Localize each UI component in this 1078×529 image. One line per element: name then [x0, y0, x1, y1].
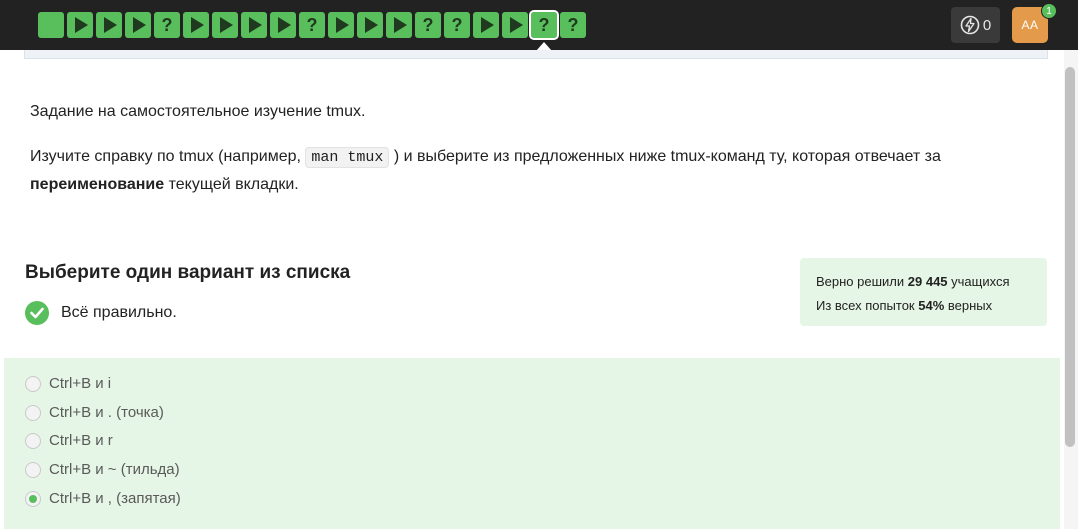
play-icon — [336, 17, 349, 33]
feedback-text: Всё правильно. — [61, 304, 177, 321]
task-bold-term: переименование — [30, 176, 165, 193]
step-6[interactable] — [183, 12, 209, 38]
step-17[interactable] — [502, 12, 528, 38]
option-label: Ctrl+B и ~ (тильда) — [49, 461, 180, 478]
option-label: Ctrl+B и i — [49, 375, 112, 392]
feedback-row: Всё правильно. — [25, 301, 177, 325]
play-icon — [278, 17, 291, 33]
option-item[interactable]: Ctrl+B и r — [25, 432, 113, 449]
play-icon — [365, 17, 378, 33]
step-9[interactable] — [270, 12, 296, 38]
lightning-icon — [960, 15, 980, 35]
radio-button[interactable] — [25, 432, 41, 449]
step-13[interactable] — [386, 12, 412, 38]
step-15[interactable]: ? — [444, 12, 470, 38]
option-label: Ctrl+B и r — [49, 432, 113, 449]
energy-count: 0 — [982, 16, 992, 34]
step-navigation: ?????? — [38, 10, 586, 51]
step-4[interactable] — [125, 12, 151, 38]
task-text-part: текущей вкладки. — [164, 176, 299, 193]
check-icon — [25, 301, 49, 325]
step-5[interactable]: ? — [154, 12, 180, 38]
task-text-part: ) и выберите из предложенных ниже tmux-к… — [389, 148, 941, 165]
stats-label: Верно решили — [816, 274, 908, 289]
play-icon — [249, 17, 262, 33]
radio-button[interactable] — [25, 461, 41, 478]
step-18[interactable]: ? — [529, 10, 559, 51]
task-description: Изучите справку по tmux (например, man t… — [30, 143, 1020, 198]
question-icon: ? — [567, 15, 579, 35]
step-8[interactable] — [241, 12, 267, 38]
step-3[interactable] — [96, 12, 122, 38]
stats-solved: Верно решили 29 445 учащихся — [816, 270, 1031, 294]
play-icon — [75, 17, 88, 33]
play-icon — [510, 17, 523, 33]
option-item[interactable]: Ctrl+B и ~ (тильда) — [25, 461, 180, 478]
play-icon — [394, 17, 407, 33]
question-icon: ? — [422, 15, 434, 35]
step-14[interactable]: ? — [415, 12, 441, 38]
radio-button[interactable] — [25, 375, 41, 392]
task-intro: Задание на самостоятельное изучение tmux… — [30, 103, 366, 120]
step-11[interactable] — [328, 12, 354, 38]
question-icon: ? — [538, 15, 550, 35]
question-icon: ? — [161, 15, 173, 35]
play-icon — [220, 17, 233, 33]
percent-value: 54% — [918, 298, 945, 313]
step-16[interactable] — [473, 12, 499, 38]
option-label: Ctrl+B и , (запятая) — [49, 490, 181, 507]
step-12[interactable] — [357, 12, 383, 38]
radio-button[interactable] — [25, 404, 41, 421]
top-bar: ?????? 0 AA 1 — [0, 0, 1078, 51]
step-10[interactable]: ? — [299, 12, 325, 38]
option-label: Ctrl+B и . (точка) — [49, 404, 164, 421]
energy-counter[interactable]: 0 — [951, 7, 1000, 43]
stats-panel: Верно решили 29 445 учащихся Из всех поп… — [800, 258, 1047, 326]
code-snippet: man tmux — [305, 147, 390, 168]
play-icon — [133, 17, 146, 33]
step-2[interactable] — [67, 12, 93, 38]
question-icon: ? — [306, 15, 318, 35]
stats-label: Из всех попыток — [816, 298, 919, 313]
step-7[interactable] — [212, 12, 238, 38]
task-text-part: Изучите справку по tmux (например, — [30, 148, 306, 165]
radio-button[interactable] — [25, 490, 41, 507]
option-item[interactable]: Ctrl+B и . (точка) — [25, 404, 164, 421]
option-item[interactable]: Ctrl+B и , (запятая) — [25, 490, 181, 507]
stats-label: верных — [944, 298, 993, 313]
solved-count: 29 445 — [907, 274, 948, 289]
stats-label: учащихся — [947, 274, 1010, 289]
notification-badge: 1 — [1041, 3, 1057, 19]
scrollbar-thumb[interactable] — [1065, 67, 1075, 447]
radio-selected-dot — [29, 494, 37, 503]
play-icon — [191, 17, 204, 33]
step-19[interactable]: ? — [560, 12, 586, 38]
options-list: Ctrl+B и i Ctrl+B и . (точка) Ctrl+B и r Ct… — [4, 358, 1060, 529]
play-icon — [481, 17, 494, 33]
play-icon — [104, 17, 117, 33]
option-item[interactable]: Ctrl+B и i — [25, 375, 111, 392]
step-1[interactable] — [38, 12, 64, 38]
quiz-title: Выберите один вариант из списка — [25, 262, 351, 283]
stats-percent: Из всех попыток 54% верных — [816, 294, 1031, 318]
question-icon: ? — [451, 15, 463, 35]
previous-block-edge — [24, 50, 1048, 59]
